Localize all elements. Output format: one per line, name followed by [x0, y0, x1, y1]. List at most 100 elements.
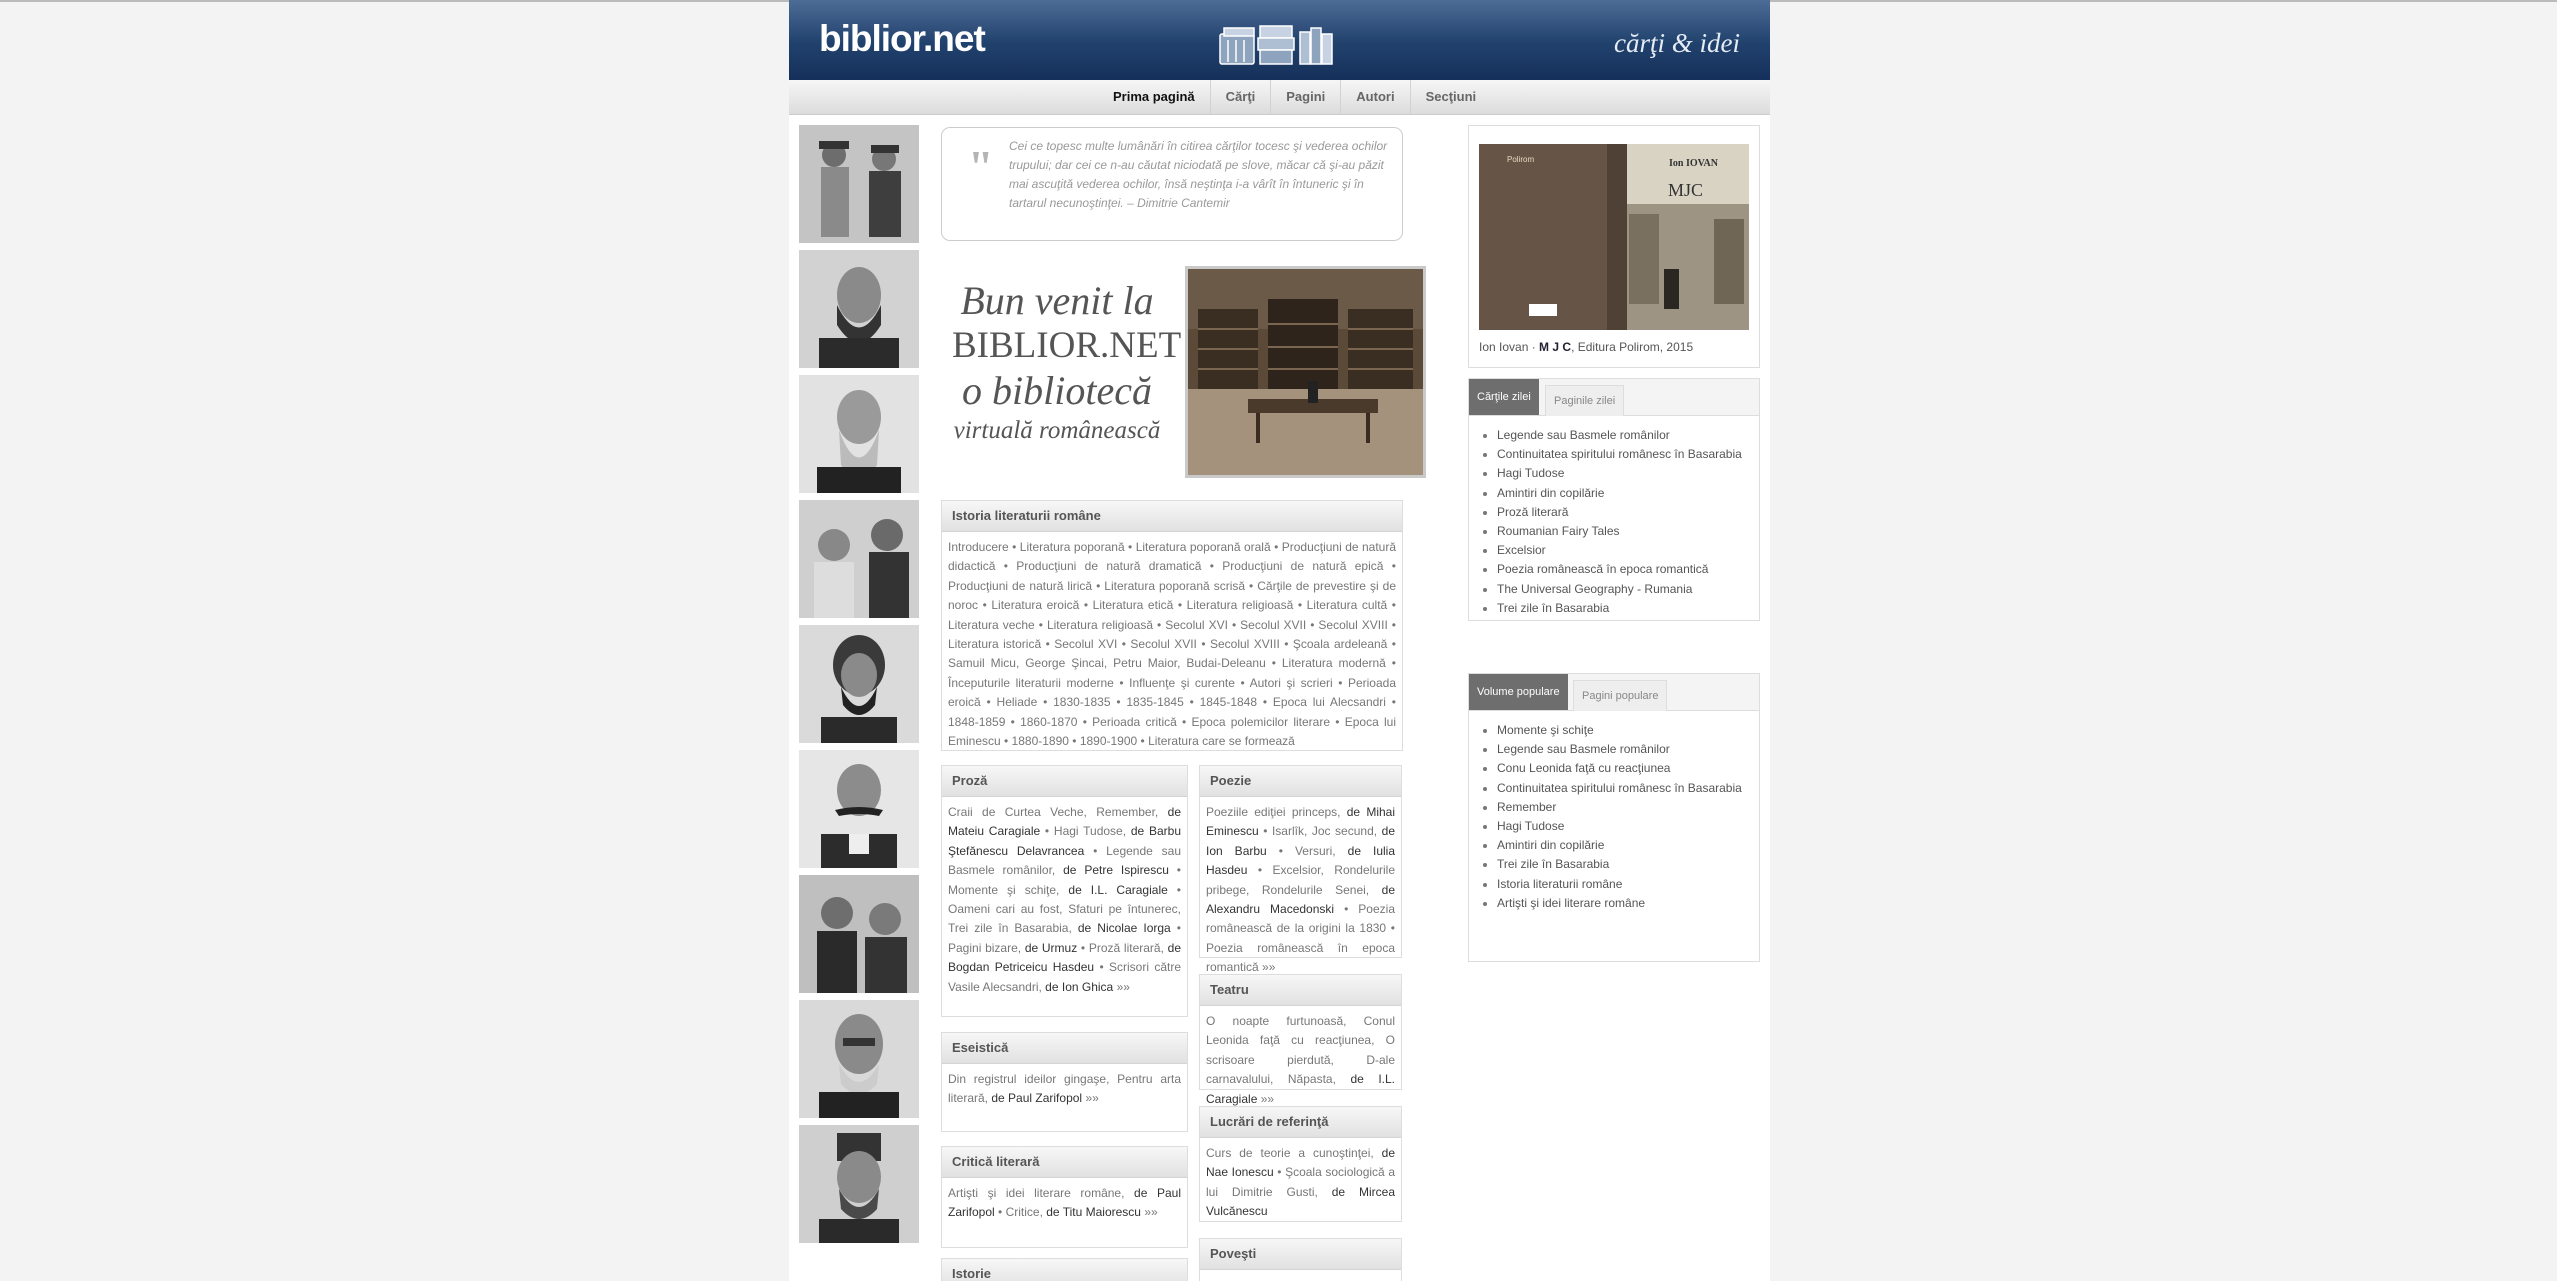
box-title[interactable]: Critică literară	[942, 1147, 1187, 1178]
more-link[interactable]: »»	[1144, 1205, 1157, 1219]
book-cover[interactable]: Polirom Ion IOVAN MJC	[1479, 144, 1749, 330]
list-item[interactable]: Artişti şi idei literare române	[1497, 894, 1759, 913]
work-link[interactable]: Pagini bizare,	[948, 941, 1021, 955]
author-link[interactable]: de I.L. Caragiale	[1068, 883, 1167, 897]
site-header: biblior.net cărţi & idei	[789, 0, 1770, 80]
list-item[interactable]: Trei zile în Basarabia	[1497, 599, 1759, 618]
box-body: Poeziile ediţiei princeps, de Mihai Emin…	[1206, 805, 1396, 975]
nav-item-sections[interactable]: Secţiuni	[1411, 80, 1492, 114]
author-link[interactable]: de Nicolae Iorga	[1078, 921, 1171, 935]
author-portrait[interactable]	[799, 1000, 919, 1118]
more-link[interactable]: »»	[1262, 960, 1275, 974]
list-item[interactable]: Momente şi schiţe	[1497, 721, 1759, 740]
author-portrait[interactable]	[799, 875, 919, 993]
list-item[interactable]: Legende sau Basmele românilor	[1497, 740, 1759, 759]
library-photo	[1185, 266, 1426, 478]
work-link[interactable]: Poezia românească în epoca romantică	[1206, 941, 1395, 974]
box-title[interactable]: Proză	[942, 766, 1187, 797]
list-item[interactable]: Conu Leonida faţă cu reacţiunea	[1497, 759, 1759, 778]
more-link[interactable]: »»	[1261, 1092, 1274, 1106]
author-portrait[interactable]	[799, 375, 919, 493]
author-portrait[interactable]	[799, 1125, 919, 1243]
site-logo[interactable]: biblior.net	[819, 18, 986, 60]
welcome-line: virtuală românească	[953, 417, 1161, 444]
list-item[interactable]: The Universal Geography - Rumania	[1497, 580, 1759, 599]
welcome-line: o bibliotecă	[962, 368, 1152, 413]
work-link[interactable]: Isarlîk, Joc secund,	[1272, 824, 1377, 838]
list-item[interactable]: Excelsior	[1497, 541, 1759, 560]
nav-item-books[interactable]: Cărţi	[1211, 80, 1272, 114]
work-link[interactable]: Momente şi schiţe,	[948, 883, 1059, 897]
list-item[interactable]: Proză literară	[1497, 503, 1759, 522]
list-item[interactable]: Continuitatea spiritului românesc în Bas…	[1497, 779, 1759, 798]
box-body: Craii de Curtea Veche, Remember, de Mate…	[948, 805, 1182, 994]
nav-item-home[interactable]: Prima pagină	[1098, 80, 1211, 114]
list-item[interactable]: Remember	[1497, 798, 1759, 817]
box-title[interactable]: Poezie	[1200, 766, 1401, 797]
welcome-line: BIBLIOR.NET	[952, 325, 1182, 366]
daily-tabs: Cărţile zilei Paginile zilei	[1469, 379, 1759, 416]
list-item[interactable]: Amintiri din copilărie	[1497, 836, 1759, 855]
work-link[interactable]: Proză literară,	[1089, 941, 1164, 955]
poezie-box: Poezie Poeziile ediţiei princeps, de Mih…	[1199, 765, 1402, 974]
work-link[interactable]: Critice,	[1006, 1205, 1043, 1219]
list-item[interactable]: Hagi Tudose	[1497, 817, 1759, 836]
box-title[interactable]: Istorie	[942, 1259, 1187, 1281]
list-item[interactable]: Hagi Tudose	[1497, 464, 1759, 483]
box-title[interactable]: Teatru	[1200, 975, 1401, 1006]
author-portrait[interactable]	[799, 500, 919, 618]
work-link[interactable]: Curs de teorie a cunoştinţei,	[1206, 1146, 1374, 1160]
list-item[interactable]: Roumanian Fairy Tales	[1497, 522, 1759, 541]
istoria-links[interactable]: Introducere • Literatura poporană • Lite…	[942, 532, 1402, 757]
box-title[interactable]: Eseistică	[942, 1033, 1187, 1064]
author-portrait[interactable]	[799, 125, 919, 243]
author-portrait[interactable]	[799, 625, 919, 743]
nav-item-authors[interactable]: Autori	[1341, 80, 1411, 114]
list-item[interactable]: Trei zile în Basarabia	[1497, 855, 1759, 874]
daily-box: Cărţile zilei Paginile zilei Legende sau…	[1468, 378, 1760, 621]
author-link[interactable]: de Petre Ispirescu	[1063, 863, 1169, 877]
box-body: O noapte furtunoasă, Conul Leonida faţă …	[1200, 1006, 1401, 1115]
list-item[interactable]: Amintiri din copilărie	[1497, 484, 1759, 503]
more-link[interactable]: »»	[1085, 1091, 1098, 1105]
work-link[interactable]: Versuri,	[1295, 844, 1336, 858]
cover-publisher: Polirom	[1507, 155, 1534, 164]
author-link[interactable]: de Ion Ghica	[1045, 980, 1113, 994]
author-link[interactable]: de Paul Zarifopol	[991, 1091, 1082, 1105]
book-title[interactable]: M J C	[1539, 340, 1571, 354]
popular-box: Volume populare Pagini populare Momente …	[1468, 673, 1760, 962]
tab-books-of-day[interactable]: Cărţile zilei	[1469, 379, 1539, 415]
author-link[interactable]: de Urmuz	[1025, 941, 1077, 955]
author-portrait[interactable]	[799, 250, 919, 368]
author-portrait[interactable]	[799, 750, 919, 868]
eseistica-box: Eseistică Din registrul ideilor gingaşe,…	[941, 1032, 1188, 1132]
box-title[interactable]: Poveşti	[1200, 1239, 1401, 1270]
more-link[interactable]: »»	[1117, 980, 1130, 994]
daily-list: Legende sau Basmele românilor Continuita…	[1469, 426, 1759, 618]
work-link[interactable]: Poeziile ediţiei princeps,	[1206, 805, 1341, 819]
quote-box: " Cei ce topesc multe lumânări în citire…	[941, 127, 1403, 241]
caption-sep: ·	[1528, 340, 1540, 354]
list-item[interactable]: Istoria literaturii române	[1497, 875, 1759, 894]
box-title[interactable]: Istoria literaturii române	[942, 501, 1402, 532]
istorie-box: Istorie	[941, 1258, 1188, 1281]
work-link[interactable]: Hagi Tudose,	[1054, 824, 1126, 838]
box-body: Curs de teorie a cunoştinţei, de Nae Ion…	[1206, 1146, 1395, 1219]
book-author[interactable]: Ion Iovan	[1479, 340, 1528, 354]
list-item[interactable]: Continuitatea spiritului românesc în Bas…	[1497, 445, 1759, 464]
work-link[interactable]: Craii de Curtea Veche, Remember,	[948, 805, 1158, 819]
tab-popular-volumes[interactable]: Volume populare	[1469, 674, 1568, 710]
proza-box: Proză Craii de Curtea Veche, Remember, d…	[941, 765, 1188, 1017]
lucrari-box: Lucrări de referinţă Curs de teorie a cu…	[1199, 1106, 1402, 1222]
tab-pages-of-day[interactable]: Paginile zilei	[1545, 385, 1625, 416]
work-link[interactable]: Artişti şi idei literare române,	[948, 1186, 1124, 1200]
list-item[interactable]: Legende sau Basmele românilor	[1497, 426, 1759, 445]
author-link[interactable]: de Titu Maiorescu	[1046, 1205, 1141, 1219]
nav-item-pages[interactable]: Pagini	[1271, 80, 1342, 114]
books-icon	[1219, 25, 1333, 65]
list-item[interactable]: Poezia românească în epoca romantică	[1497, 560, 1759, 579]
tab-popular-pages[interactable]: Pagini populare	[1573, 680, 1668, 711]
book-caption[interactable]: Ion Iovan · M J C, Editura Polirom, 2015	[1479, 340, 1693, 354]
featured-book: Polirom Ion IOVAN MJC Ion Iovan · M J C,…	[1468, 125, 1760, 368]
box-title[interactable]: Lucrări de referinţă	[1200, 1107, 1401, 1138]
